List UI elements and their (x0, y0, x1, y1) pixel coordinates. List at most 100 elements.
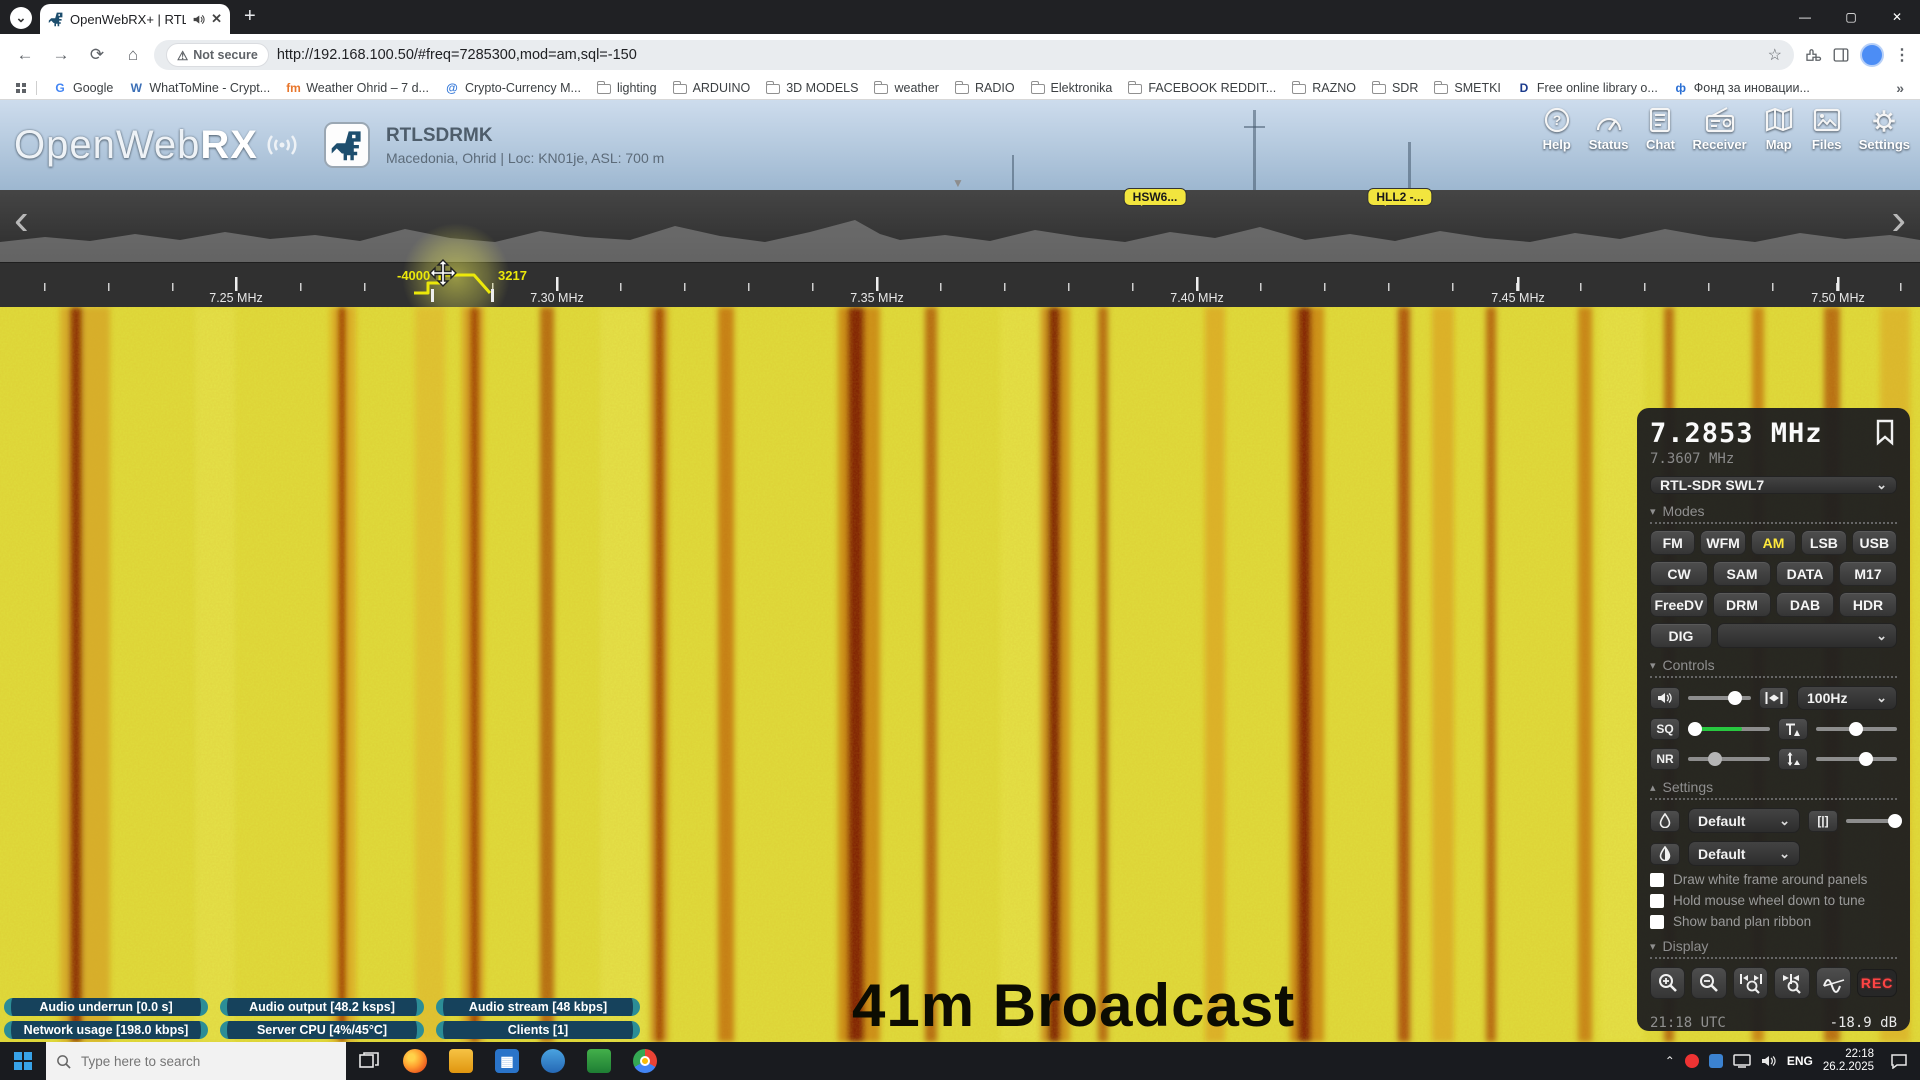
contrast-button[interactable] (1650, 843, 1680, 865)
noise-reduction-button[interactable]: NR (1650, 748, 1680, 770)
waterfall-auto-button[interactable] (1778, 718, 1808, 740)
reload-icon[interactable]: ⟳ (82, 40, 112, 70)
mode-drm[interactable]: DRM (1713, 592, 1771, 617)
bookmark-folder[interactable]: RADIO (947, 81, 1023, 95)
mode-dig[interactable]: DIG (1650, 623, 1712, 648)
mode-dab[interactable]: DAB (1776, 592, 1834, 617)
nav-settings[interactable]: Settings (1859, 106, 1910, 152)
bookmark-folder[interactable]: ARDUINO (665, 81, 759, 95)
tab-search-button[interactable]: ⌄ (10, 7, 32, 29)
bookmark-star-icon[interactable]: ☆ (1768, 45, 1782, 65)
station-bookmark-tag[interactable]: HSW6... (1124, 188, 1187, 206)
new-tab-button[interactable]: + (244, 5, 256, 28)
waterfall-theme-button[interactable] (1650, 810, 1680, 832)
section-modes[interactable]: ▾ Modes (1650, 503, 1897, 524)
squelch-button[interactable]: SQ (1650, 718, 1680, 740)
nav-files[interactable]: Files (1811, 106, 1843, 152)
pan-right-icon[interactable]: › (1891, 198, 1906, 242)
section-display[interactable]: ▾ Display (1650, 938, 1897, 959)
bookmark-link[interactable]: WWhatToMine - Crypt... (121, 81, 278, 95)
taskbar-app-chrome[interactable] (622, 1042, 668, 1080)
mode-wfm[interactable]: WFM (1700, 530, 1745, 555)
zoom-out-button[interactable] (1691, 967, 1726, 999)
mode-data[interactable]: DATA (1776, 561, 1834, 586)
back-icon[interactable]: ← (10, 40, 40, 70)
mode-sam[interactable]: SAM (1713, 561, 1771, 586)
bookmark-folder[interactable]: lighting (589, 81, 665, 95)
noise-reduction-slider[interactable] (1688, 752, 1770, 766)
opacity-slider[interactable] (1846, 814, 1897, 828)
tab-close-icon[interactable]: ✕ (211, 11, 222, 27)
taskbar-clock[interactable]: 22:18 26.2.2025 (1823, 1048, 1874, 1074)
bookmark-folder[interactable]: SDR (1364, 81, 1426, 95)
section-settings[interactable]: ▴ Settings (1650, 779, 1897, 800)
profile-select[interactable]: RTL-SDR SWL7 ⌄ (1650, 476, 1897, 494)
header-collapse-icon[interactable]: ▼ (952, 176, 964, 190)
checkbox-band-ribbon[interactable] (1650, 915, 1664, 929)
mode-m17[interactable]: M17 (1839, 561, 1897, 586)
taskbar-app-calculator[interactable]: ▦ (484, 1042, 530, 1080)
bookmark-link[interactable]: GGoogle (45, 81, 121, 95)
bandwidth-squeeze-button[interactable] (1759, 687, 1789, 709)
search-input[interactable] (79, 1053, 319, 1070)
zoom-in-button[interactable] (1650, 967, 1685, 999)
home-icon[interactable]: ⌂ (118, 40, 148, 70)
extensions-puzzle-icon[interactable] (1804, 46, 1822, 64)
tray-expand-icon[interactable]: ⌃ (1665, 1054, 1675, 1068)
bookmark-link[interactable]: фФонд за иновации... (1666, 81, 1818, 95)
bookmark-folder[interactable]: RAZNO (1284, 81, 1364, 95)
nav-chat[interactable]: Chat (1644, 106, 1676, 152)
pan-left-icon[interactable]: ‹ (14, 198, 29, 242)
panel-frame-button[interactable]: [|] (1808, 810, 1838, 832)
zoom-band-out-button[interactable] (1774, 967, 1809, 999)
window-minimize-button[interactable]: — (1782, 0, 1828, 34)
slider-knob[interactable] (1859, 752, 1873, 766)
bookmark-folder[interactable]: SMETKI (1426, 81, 1509, 95)
mode-cw[interactable]: CW (1650, 561, 1708, 586)
nav-receiver[interactable]: Receiver (1692, 106, 1746, 152)
taskbar-app-files[interactable] (438, 1042, 484, 1080)
task-view-button[interactable] (346, 1042, 392, 1080)
start-button[interactable] (0, 1042, 46, 1080)
mode-fm[interactable]: FM (1650, 530, 1695, 555)
slider-knob[interactable] (1888, 814, 1902, 828)
station-bookmark-tag[interactable]: HLL2 -... (1367, 188, 1432, 206)
tray-app-icon[interactable] (1685, 1054, 1699, 1068)
taskbar-app-firefox[interactable] (392, 1042, 438, 1080)
side-panel-icon[interactable] (1832, 46, 1850, 64)
taskbar-search[interactable] (46, 1042, 346, 1080)
bookmark-icon[interactable] (1873, 418, 1897, 446)
slider-knob[interactable] (1708, 752, 1722, 766)
checkbox-wheel-tune[interactable] (1650, 894, 1664, 908)
security-chip[interactable]: ⚠ Not secure (166, 43, 269, 67)
apps-grid-icon[interactable] (16, 83, 26, 93)
mode-freedv[interactable]: FreeDV (1650, 592, 1708, 617)
nav-status[interactable]: Status (1589, 106, 1629, 152)
volume-slider[interactable] (1688, 691, 1751, 705)
profile-avatar[interactable] (1860, 43, 1884, 67)
taskbar-app-blue[interactable] (530, 1042, 576, 1080)
waterfall-max-slider[interactable] (1816, 752, 1898, 766)
window-maximize-button[interactable]: ▢ (1828, 0, 1874, 34)
waterfall-level-slider[interactable] (1816, 722, 1898, 736)
bookmark-folder[interactable]: Elektronika (1023, 81, 1121, 95)
mode-lsb[interactable]: LSB (1801, 530, 1846, 555)
browser-menu-icon[interactable]: ⋮ (1894, 45, 1910, 65)
address-bar[interactable]: ⚠ Not secure http://192.168.100.50/#freq… (154, 40, 1794, 70)
volume-icon[interactable] (1761, 1054, 1777, 1068)
bookmark-folder[interactable]: FACEBOOK REDDIT... (1120, 81, 1284, 95)
notification-center-button[interactable] (1884, 1053, 1914, 1069)
bookmark-folder[interactable]: weather (866, 81, 946, 95)
slider-knob[interactable] (1728, 691, 1742, 705)
bookmark-link[interactable]: @Crypto-Currency M... (437, 81, 589, 95)
waterfall-display[interactable]: 41m Broadcast Audio underrun [0.0 s]Audi… (0, 307, 1920, 1042)
squelch-slider[interactable] (1688, 722, 1770, 736)
checkbox-white-frame[interactable] (1650, 873, 1664, 887)
receiver-avatar[interactable] (324, 122, 370, 168)
digimode-select[interactable]: ⌄ (1717, 623, 1897, 648)
bookmark-link[interactable]: fmWeather Ohrid – 7 d... (278, 81, 437, 95)
tuner-marker[interactable]: -4000 3217 (390, 263, 550, 308)
window-close-button[interactable]: ✕ (1874, 0, 1920, 34)
bookmark-link[interactable]: DFree online library o... (1509, 81, 1666, 95)
nav-map[interactable]: Map (1763, 106, 1795, 152)
